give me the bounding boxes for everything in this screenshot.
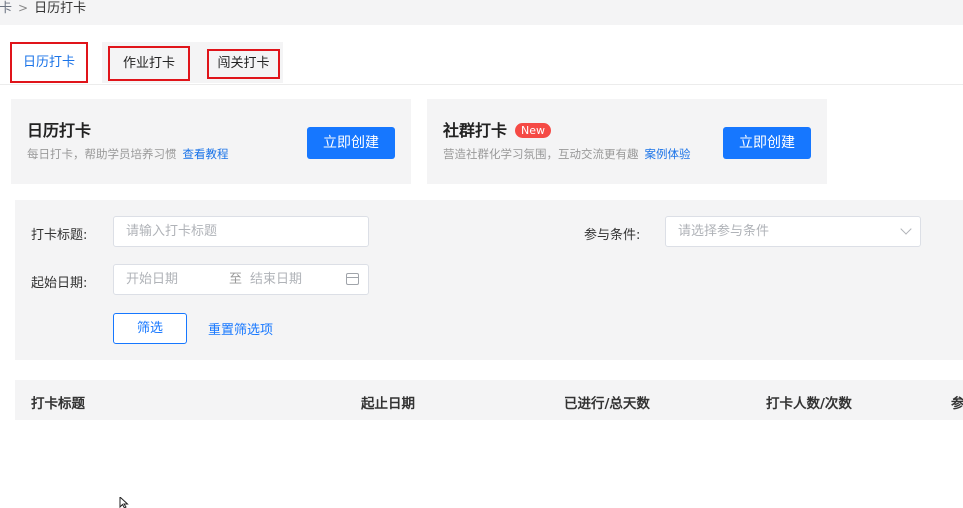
calendar-checkin-card: 日历打卡 每日打卡，帮助学员培养习惯 查看教程 立即创建 (11, 99, 411, 184)
tab-label: 闯关打卡 (217, 56, 270, 71)
date-end[interactable]: 结束日期 (250, 265, 302, 294)
column-checkin-count: 打卡人数/次数 (766, 396, 852, 412)
column-title: 打卡标题 (31, 396, 85, 412)
date-start[interactable]: 开始日期 (126, 265, 178, 294)
date-label: 起始日期: (31, 276, 88, 291)
condition-select[interactable]: 请选择参与条件 (665, 216, 921, 247)
reset-filter-link[interactable]: 重置筛选项 (208, 319, 273, 338)
column-date-range: 起止日期 (361, 396, 415, 412)
card-desc: 营造社群化学习氛围，互动交流更有趣 案例体验 (443, 147, 691, 161)
card-title: 社群打卡 New (443, 117, 552, 141)
tab-level-checkin[interactable]: 闯关打卡 (207, 49, 280, 79)
title-input[interactable]: 请输入打卡标题 (113, 216, 369, 247)
date-separator: 至 (229, 272, 243, 287)
create-community-button[interactable]: 立即创建 (723, 127, 811, 159)
card-desc: 每日打卡，帮助学员培养习惯 查看教程 (27, 147, 229, 161)
breadcrumb: 打卡 > 日历打卡 (0, 0, 86, 18)
view-tutorial-link[interactable]: 查看教程 (183, 147, 229, 161)
tab-homework-checkin[interactable]: 作业打卡 (108, 46, 190, 81)
filter-button[interactable]: 筛选 (113, 313, 187, 344)
breadcrumb-parent[interactable]: 打卡 (0, 1, 12, 16)
condition-placeholder: 请选择参与条件 (678, 224, 770, 239)
breadcrumb-separator-icon: > (18, 1, 29, 15)
tab-label: 日历打卡 (22, 55, 75, 70)
top-bar (0, 0, 963, 25)
calendar-icon[interactable] (346, 273, 359, 285)
new-badge: New (515, 123, 552, 138)
date-range-picker[interactable]: 开始日期 至 结束日期 (113, 264, 369, 295)
column-participation: 参 (951, 396, 963, 412)
card-title: 日历打卡 (27, 121, 92, 140)
mouse-cursor-icon (119, 497, 129, 508)
tab-calendar-checkin[interactable]: 日历打卡 (10, 42, 88, 83)
filter-panel: 打卡标题: 请输入打卡标题 参与条件: 请选择参与条件 起始日期: 开始日期 至… (15, 200, 963, 360)
tab-label: 作业打卡 (122, 56, 175, 71)
breadcrumb-current: 日历打卡 (34, 1, 87, 16)
condition-label: 参与条件: (584, 228, 641, 243)
column-progress-days: 已进行/总天数 (564, 396, 650, 412)
table-header: 打卡标题 起止日期 已进行/总天数 打卡人数/次数 参 (15, 380, 963, 420)
chevron-down-icon (900, 223, 912, 235)
case-demo-link[interactable]: 案例体验 (645, 147, 691, 161)
title-label: 打卡标题: (31, 228, 88, 243)
create-calendar-button[interactable]: 立即创建 (307, 127, 395, 159)
community-checkin-card: 社群打卡 New 营造社群化学习氛围，互动交流更有趣 案例体验 立即创建 (427, 99, 827, 184)
